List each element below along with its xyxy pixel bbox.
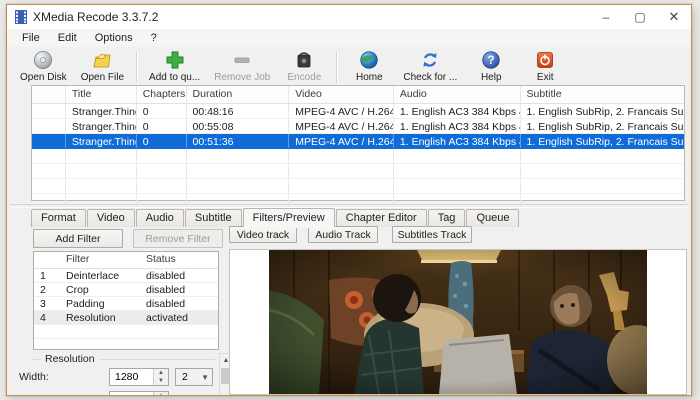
preview-panel	[229, 249, 687, 395]
height-input[interactable]: 640 ▲▼	[109, 391, 169, 395]
filter-table-header: Filter Status	[34, 252, 218, 269]
height-spinner-arrows[interactable]: ▲▼	[153, 392, 168, 395]
column-filter[interactable]: Filter	[60, 252, 140, 268]
add-to-queue-label: Add to qu...	[149, 72, 201, 83]
menu-edit[interactable]: Edit	[49, 30, 86, 46]
window-title: XMedia Recode 3.3.7.2	[33, 10, 159, 24]
tab-queue[interactable]: Queue	[466, 209, 520, 227]
width-factor-dropdown[interactable]: 2 ▼	[175, 368, 213, 386]
menu-file[interactable]: File	[13, 30, 49, 46]
menu-bar: File Edit Options ?	[7, 29, 691, 47]
help-icon: ?	[481, 50, 501, 70]
refresh-icon	[420, 50, 440, 70]
column-title[interactable]: Title	[66, 86, 137, 103]
empty-row	[34, 325, 218, 339]
filter-row-resolution[interactable]: 4 Resolution activated	[34, 311, 218, 325]
tab-subtitle[interactable]: Subtitle	[184, 209, 242, 227]
tab-audio[interactable]: Audio	[135, 209, 184, 227]
column-subtitle[interactable]: Subtitle	[521, 86, 684, 103]
filter-row-padding[interactable]: 3 Padding disabled	[34, 297, 218, 311]
exit-label: Exit	[536, 72, 554, 83]
empty-row	[32, 179, 684, 194]
remove-filter-button[interactable]: Remove Filter	[133, 229, 223, 248]
home-button[interactable]: Home	[342, 47, 396, 87]
encode-label: Encode	[287, 72, 322, 83]
tab-bar: Format Video Audio Subtitle Filters/Prev…	[31, 208, 681, 227]
empty-row	[32, 149, 684, 164]
width-input[interactable]: 1280 ▲ ▼	[109, 368, 169, 386]
spin-down-icon: ▼	[154, 377, 168, 385]
app-logo-icon	[15, 10, 27, 24]
title-bar: XMedia Recode 3.3.7.2 – ▢ ✕	[7, 5, 691, 29]
column-status[interactable]: Status	[140, 252, 214, 268]
open-disk-label: Open Disk	[20, 72, 67, 83]
help-label: Help	[480, 72, 502, 83]
filter-row-crop[interactable]: 2 Crop disabled	[34, 283, 218, 297]
empty-row	[32, 164, 684, 179]
video-frame	[269, 250, 647, 394]
height-label: Height:	[19, 394, 52, 395]
resolution-group-label: Resolution	[41, 353, 99, 365]
width-spinner-arrows[interactable]: ▲ ▼	[153, 369, 168, 385]
folder-icon	[92, 50, 113, 70]
tab-tag[interactable]: Tag	[427, 209, 466, 227]
spin-up-icon: ▲	[154, 369, 168, 377]
column-chapters[interactable]: Chapters	[137, 86, 187, 103]
menu-options[interactable]: Options	[86, 30, 142, 46]
add-filter-button[interactable]: Add Filter	[33, 229, 123, 248]
width-label: Width:	[19, 371, 49, 383]
check-for-updates-button[interactable]: Check for ...	[396, 47, 464, 87]
help-button[interactable]: ? Help	[464, 47, 518, 87]
toolbar-separator	[336, 51, 338, 83]
job-list: Title Chapters Duration Video Audio Subt…	[31, 85, 685, 209]
spin-up-icon: ▲	[154, 392, 168, 395]
exit-button[interactable]: Exit	[518, 47, 572, 87]
subtitles-track-button[interactable]: Subtitles Track	[392, 226, 472, 243]
menu-help[interactable]: ?	[142, 30, 166, 46]
disk-icon	[33, 50, 53, 70]
video-track-button[interactable]: Video track	[229, 226, 297, 243]
minimize-button[interactable]: –	[589, 5, 623, 29]
tab-chapter-editor[interactable]: Chapter Editor	[335, 209, 427, 227]
exit-icon	[535, 50, 555, 70]
job-row[interactable]: Stranger.Things... 0 00:55:08 MPEG-4 AVC…	[32, 119, 684, 134]
chevron-down-icon: ▼	[201, 373, 209, 382]
home-label: Home	[356, 72, 383, 83]
maximize-button[interactable]: ▢	[623, 5, 657, 29]
open-file-button[interactable]: Open File	[74, 47, 131, 87]
remove-job-label: Remove Job	[214, 72, 271, 83]
column-duration[interactable]: Duration	[187, 86, 290, 103]
column-video[interactable]: Video	[289, 86, 394, 103]
job-row-selected[interactable]: Stranger.Things... 0 00:51:36 MPEG-4 AVC…	[32, 134, 684, 149]
encode-icon	[294, 50, 314, 70]
svg-text:?: ?	[488, 55, 495, 67]
app-window: XMedia Recode 3.3.7.2 – ▢ ✕ File Edit Op…	[6, 4, 692, 396]
globe-icon	[359, 50, 379, 70]
add-icon	[165, 50, 185, 70]
job-row[interactable]: Stranger.Things... 0 00:48:16 MPEG-4 AVC…	[32, 104, 684, 119]
tab-video[interactable]: Video	[86, 209, 135, 227]
remove-icon	[232, 50, 252, 70]
job-list-header: Title Chapters Duration Video Audio Subt…	[32, 86, 684, 104]
add-to-queue-button[interactable]: Add to qu...	[142, 47, 207, 87]
filter-table: Filter Status 1 Deinterlace disabled 2 C…	[33, 251, 219, 367]
tab-filters-preview[interactable]: Filters/Preview	[242, 208, 335, 227]
tab-format[interactable]: Format	[31, 209, 86, 227]
audio-track-button[interactable]: Audio Track	[308, 226, 378, 243]
open-disk-button[interactable]: Open Disk	[13, 47, 74, 87]
check-for-updates-label: Check for ...	[403, 72, 458, 83]
remove-job-button[interactable]: Remove Job	[207, 47, 277, 87]
close-button[interactable]: ✕	[657, 5, 691, 29]
toolbar-separator	[136, 51, 138, 83]
filter-row-deinterlace[interactable]: 1 Deinterlace disabled	[34, 269, 218, 283]
column-audio[interactable]: Audio	[394, 86, 521, 103]
empty-row	[34, 339, 218, 353]
toolbar: Open Disk Open File Add to qu... Remove …	[7, 47, 691, 87]
encode-button[interactable]: Encode	[277, 47, 331, 87]
open-file-label: Open File	[80, 72, 125, 83]
